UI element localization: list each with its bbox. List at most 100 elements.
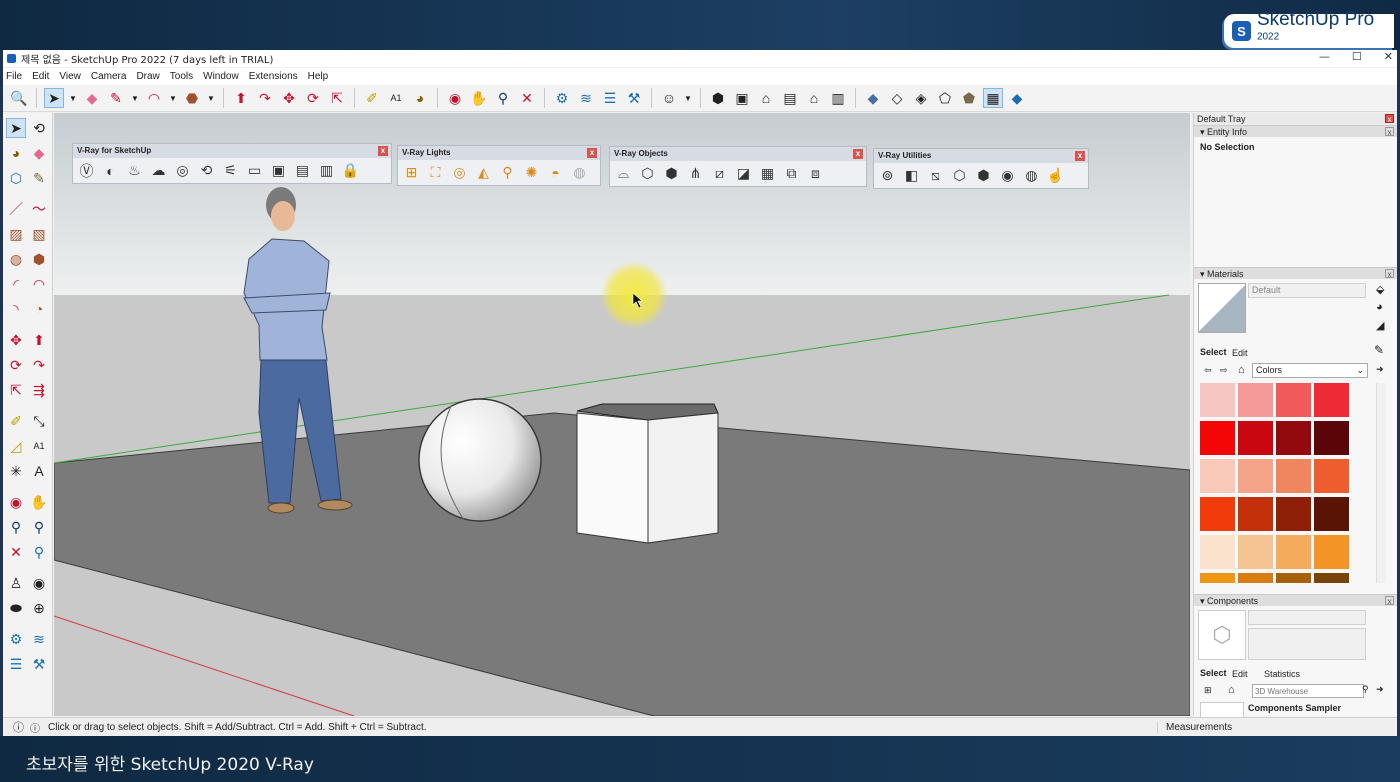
menu-help[interactable]: Help [308,71,329,82]
layers-icon[interactable]: ≋ [29,629,49,649]
hexagonal-prism[interactable] [576,403,719,544]
rect-light-icon[interactable]: ⊞ [401,162,422,183]
ball-utility-icon[interactable]: ◍ [1021,165,1042,186]
eraser-icon[interactable]: ◆ [82,88,102,108]
outliner-icon[interactable]: ⚙ [6,629,26,649]
hidden-line-icon[interactable]: ◈ [911,88,931,108]
zoom-window-icon[interactable]: ⚲ [29,517,49,537]
material-swatch[interactable] [1276,383,1311,417]
material-picker-icon[interactable]: ◧ [901,165,922,186]
create-material-icon[interactable]: ⬙ [1376,283,1384,296]
make-component-icon[interactable]: ⬡ [6,168,26,188]
denoiser-icon[interactable]: ▭ [244,160,265,181]
freehand-icon[interactable]: 〜 [29,199,49,219]
follow-me-icon[interactable]: ↷ [255,88,275,108]
paint-bucket-icon[interactable]: ◕ [1376,301,1383,313]
menu-edit[interactable]: Edit [32,71,49,82]
proxy-import-icon[interactable]: ⬢ [661,163,682,184]
paint-bucket-icon[interactable]: ◕ [6,143,26,163]
orbit-icon[interactable]: ◉ [445,88,465,108]
offset-icon[interactable]: ⇶ [29,380,49,400]
component-description-field[interactable] [1248,628,1366,660]
view-options-icon[interactable]: ⊞ [1204,685,1212,696]
chevron-down-icon[interactable]: ▼ [130,88,140,108]
model-viewport[interactable]: V-Ray for SketchUp x Ⓥ ◐ ♨ ☁ ◎ ⟲ ⚟ ▭ ▣ ▤ … [54,113,1190,716]
asset-editor-icon[interactable]: Ⓥ [76,160,97,181]
materials-header[interactable]: ▾ Materials x [1194,267,1397,279]
menu-view[interactable]: View [59,71,81,82]
material-swatch[interactable] [1276,573,1311,583]
scenes-icon[interactable]: ☰ [600,88,620,108]
omni-light-icon[interactable]: ⚲ [497,162,518,183]
scatter-icon[interactable]: ▦ [757,163,778,184]
instancer-icon[interactable]: ⧉ [781,163,802,184]
material-library-select[interactable]: Colors ⌄ [1252,363,1368,378]
move-icon[interactable]: ✥ [279,88,299,108]
render-cloud-icon[interactable]: ☁ [148,160,169,181]
material-swatch[interactable] [1314,535,1349,569]
components-tab-edit[interactable]: Edit [1232,669,1248,679]
rotate-icon[interactable]: ⟳ [6,355,26,375]
protractor-icon[interactable]: ◿ [6,436,26,456]
menu-camera[interactable]: Camera [91,71,127,82]
monochrome-icon[interactable]: ▦ [983,88,1003,108]
materials-tab-edit[interactable]: Edit [1232,348,1248,358]
polygon-icon[interactable]: ⬢ [29,249,49,269]
move-icon[interactable]: ✥ [6,330,26,350]
tape-measure-icon[interactable]: ✐ [362,88,382,108]
iso-view-icon[interactable]: ⬢ [708,88,728,108]
left-view-icon[interactable]: ▥ [828,88,848,108]
material-swatch[interactable] [1314,459,1349,493]
close-icon[interactable]: x [1075,151,1085,161]
components-tab-select[interactable]: Select [1200,668,1227,678]
circle-icon[interactable]: ◍ [6,249,26,269]
entity-info-header[interactable]: ▾ Entity Info x [1194,125,1397,137]
back-view-icon[interactable]: ⌂ [804,88,824,108]
styles-icon[interactable]: ⚒ [624,88,644,108]
rotate-icon[interactable]: ⟳ [303,88,323,108]
home-icon[interactable]: ⌂ [1238,364,1245,376]
two-point-arc-icon[interactable]: ◠ [29,274,49,294]
close-icon[interactable]: x [587,148,597,158]
close-icon[interactable]: x [1385,269,1394,279]
fur-icon[interactable]: ⋔ [685,163,706,184]
pencil-icon[interactable]: ✎ [106,88,126,108]
infinite-plane-icon[interactable]: ⌓ [613,163,634,184]
material-swatch[interactable] [1314,573,1349,583]
three-point-arc-icon[interactable]: ◝ [6,299,26,319]
look-around-icon[interactable]: ◉ [29,573,49,593]
sphere-utility-icon[interactable]: ◉ [997,165,1018,186]
outliner-icon[interactable]: ⚙ [552,88,572,108]
pan-icon[interactable]: ✋ [469,88,489,108]
sphere-light-icon[interactable]: ◎ [449,162,470,183]
chevron-down-icon[interactable]: ▼ [68,88,78,108]
close-icon[interactable]: x [1385,596,1394,606]
material-swatch[interactable] [1200,535,1235,569]
material-name-field[interactable]: Default [1248,283,1366,298]
rectangle-icon[interactable]: ▨ [6,224,26,244]
paint-bucket-icon[interactable]: ◕ [410,88,430,108]
proxy-export-icon[interactable]: ⬡ [637,163,658,184]
zoom-icon[interactable]: ⚲ [6,517,26,537]
sun-light-icon[interactable]: ✺ [521,162,542,183]
batch-render-icon[interactable]: ⚟ [220,160,241,181]
rotated-rectangle-icon[interactable]: ▧ [29,224,49,244]
material-swatch[interactable] [1200,573,1235,583]
component-name-field[interactable] [1248,610,1366,625]
axes-icon[interactable]: ✳ [6,461,26,481]
orbit-icon[interactable]: ⟲ [29,118,49,138]
material-swatch[interactable] [1238,535,1273,569]
user-icon[interactable]: ☺ [659,88,679,108]
wireframe-icon[interactable]: ◇ [887,88,907,108]
top-view-icon[interactable]: ▣ [732,88,752,108]
material-swatch[interactable] [1238,459,1273,493]
close-icon[interactable]: x [378,146,388,156]
walk-icon[interactable]: ⬬ [6,598,26,618]
swatch-scrollbar[interactable] [1376,383,1386,583]
xray-icon[interactable]: ◆ [863,88,883,108]
viewport-render-icon[interactable]: ▣ [268,160,289,181]
material-swatch[interactable] [1238,421,1273,455]
position-camera-icon[interactable]: ♙ [6,573,26,593]
search-icon[interactable]: ⚲ [1362,684,1369,695]
previous-view-icon[interactable]: ⚲ [29,542,49,562]
